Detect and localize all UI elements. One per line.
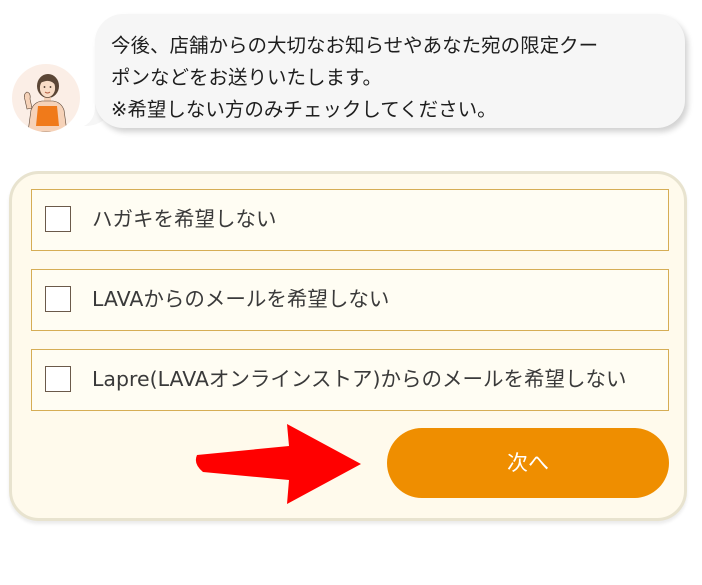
message-line: 今後、店舗からの大切なお知らせやあなた宛の限定クー: [111, 34, 599, 57]
option-label: ハガキを希望しない: [92, 207, 277, 231]
page: 今後、店舗からの大切なお知らせやあなた宛の限定クー ポンなどをお送りいたします。…: [0, 0, 702, 585]
red-arrow-icon: [195, 424, 361, 504]
next-button[interactable]: 次へ: [387, 428, 669, 498]
option-label: LAVAからのメールを希望しない: [92, 287, 390, 311]
option-no-lapre-email[interactable]: Lapre(LAVAオンラインストア)からのメールを希望しない: [31, 349, 669, 411]
option-no-lava-email[interactable]: LAVAからのメールを希望しない: [31, 269, 669, 331]
instructor-avatar-icon: [12, 64, 80, 132]
checkbox[interactable]: [45, 366, 71, 392]
message-line: ※希望しない方のみチェックしてください。: [111, 98, 497, 121]
message-line: ポンなどをお送りいたします。: [111, 66, 383, 89]
option-label: Lapre(LAVAオンラインストア)からのメールを希望しない: [92, 367, 627, 391]
checkbox[interactable]: [45, 286, 71, 312]
speech-bubble: 今後、店舗からの大切なお知らせやあなた宛の限定クー ポンなどをお送りいたします。…: [95, 14, 685, 128]
option-no-postcard[interactable]: ハガキを希望しない: [31, 189, 669, 251]
checkbox[interactable]: [45, 206, 71, 232]
